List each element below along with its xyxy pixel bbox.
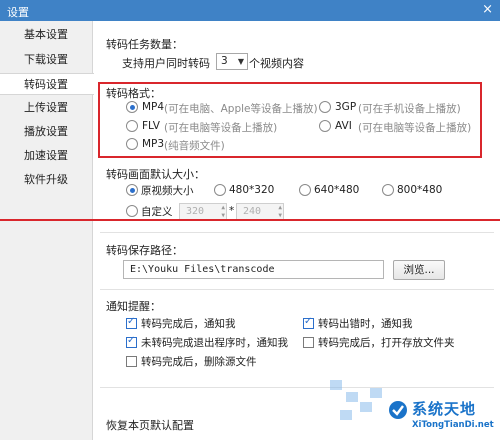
sidebar-item-download[interactable]: 下载设置	[0, 49, 93, 71]
format-3gp-label[interactable]: 3GP	[335, 101, 356, 113]
size-heading: 转码画面默认大小：	[106, 168, 205, 181]
format-flv-hint: (可在电脑等设备上播放)	[164, 122, 278, 134]
watermark-logo-icon	[389, 401, 407, 419]
section-divider	[100, 387, 494, 388]
watermark-pixel	[340, 410, 352, 420]
title-bar: 设置 ×	[0, 0, 500, 21]
format-mp4-radio[interactable]	[126, 101, 138, 113]
format-3gp-hint: (可在手机设备上播放)	[358, 103, 461, 115]
notify-error-label[interactable]: 转码出错时，通知我	[318, 316, 413, 331]
site-watermark: 系统天地 XiTongTianDi.net	[384, 396, 500, 440]
section-divider	[100, 289, 494, 290]
delete-source-checkbox[interactable]	[126, 356, 137, 367]
format-mp3-label[interactable]: MP3	[142, 138, 164, 150]
notify-complete-checkbox[interactable]	[126, 316, 137, 329]
spinner-icon: ▲ ▼	[278, 204, 282, 219]
sidebar-item-transcode[interactable]: 转码设置	[0, 73, 94, 95]
sidebar-item-acceleration[interactable]: 加速设置	[0, 145, 93, 167]
settings-sidebar: 基本设置 下载设置 转码设置 上传设置 播放设置 加速设置 软件升级	[0, 21, 94, 440]
watermark-pixel	[330, 380, 342, 390]
open-folder-checkbox[interactable]	[303, 337, 314, 348]
custom-width-value: 320	[186, 206, 205, 217]
sidebar-item-playback[interactable]: 播放设置	[0, 121, 93, 143]
watermark-url: XiTongTianDi.net	[412, 420, 494, 430]
task-count-value: 3	[221, 55, 228, 67]
task-count-prefix: 支持用户同时转码	[122, 57, 210, 70]
format-heading: 转码格式：	[106, 87, 161, 100]
open-folder-label[interactable]: 转码完成后，打开存放文件夹	[318, 335, 455, 350]
sidebar-item-update[interactable]: 软件升级	[0, 169, 93, 191]
size-times-sign: *	[229, 205, 235, 217]
format-mp4-hint: (可在电脑、Apple等设备上播放)	[164, 103, 318, 115]
notify-complete-label[interactable]: 转码完成后，通知我	[141, 316, 236, 331]
custom-height-value: 240	[243, 206, 262, 217]
notify-exit-label[interactable]: 未转码完成退出程序时，通知我	[141, 335, 288, 350]
format-3gp-radio[interactable]	[319, 101, 331, 113]
format-avi-label[interactable]: AVI	[335, 120, 352, 132]
format-mp3-hint: (纯音频文件)	[164, 140, 225, 152]
close-icon[interactable]: ×	[482, 2, 493, 17]
format-avi-hint: (可在电脑等设备上播放)	[358, 122, 472, 134]
watermark-pixel	[370, 388, 382, 398]
format-flv-radio[interactable]	[126, 120, 138, 132]
spinner-icon: ▲ ▼	[221, 204, 225, 219]
restore-defaults-link[interactable]: 恢复本页默认配置	[106, 417, 194, 433]
task-count-select[interactable]: 3 ▼	[216, 53, 248, 70]
format-avi-radio[interactable]	[319, 120, 331, 132]
size-640-label[interactable]: 640*480	[314, 184, 359, 196]
task-count-suffix: 个视频内容	[249, 57, 304, 70]
sidebar-item-basic[interactable]: 基本设置	[0, 24, 93, 46]
browse-button[interactable]: 浏览...	[393, 260, 445, 280]
watermark-pixel	[346, 392, 358, 402]
save-path-input[interactable]: E:\Youku Files\transcode	[123, 260, 384, 279]
size-custom-radio[interactable]	[126, 205, 138, 217]
sidebar-item-upload[interactable]: 上传设置	[0, 97, 93, 119]
format-mp4-label[interactable]: MP4	[142, 101, 164, 113]
watermark-pixel	[360, 402, 372, 412]
size-480-radio[interactable]	[214, 184, 226, 196]
size-480-label[interactable]: 480*320	[229, 184, 274, 196]
size-original-radio[interactable]	[126, 184, 138, 196]
size-custom-label[interactable]: 自定义	[141, 204, 173, 219]
section-divider	[100, 232, 494, 233]
red-annotation-line	[0, 219, 500, 221]
window-title: 设置	[7, 6, 29, 19]
notify-heading: 通知提醒：	[106, 300, 161, 313]
format-flv-label[interactable]: FLV	[142, 120, 160, 132]
size-original-label[interactable]: 原视频大小	[141, 183, 194, 198]
task-count-heading: 转码任务数量：	[106, 38, 183, 51]
chevron-down-icon: ▼	[237, 57, 244, 66]
size-800-radio[interactable]	[382, 184, 394, 196]
notify-error-checkbox[interactable]	[303, 316, 314, 329]
size-800-label[interactable]: 800*480	[397, 184, 442, 196]
format-mp3-radio[interactable]	[126, 138, 138, 150]
watermark-title: 系统天地	[412, 400, 477, 418]
size-640-radio[interactable]	[299, 184, 311, 196]
path-heading: 转码保存路径：	[106, 244, 183, 257]
delete-source-label[interactable]: 转码完成后，删除源文件	[141, 354, 257, 369]
notify-exit-checkbox[interactable]	[126, 335, 137, 348]
